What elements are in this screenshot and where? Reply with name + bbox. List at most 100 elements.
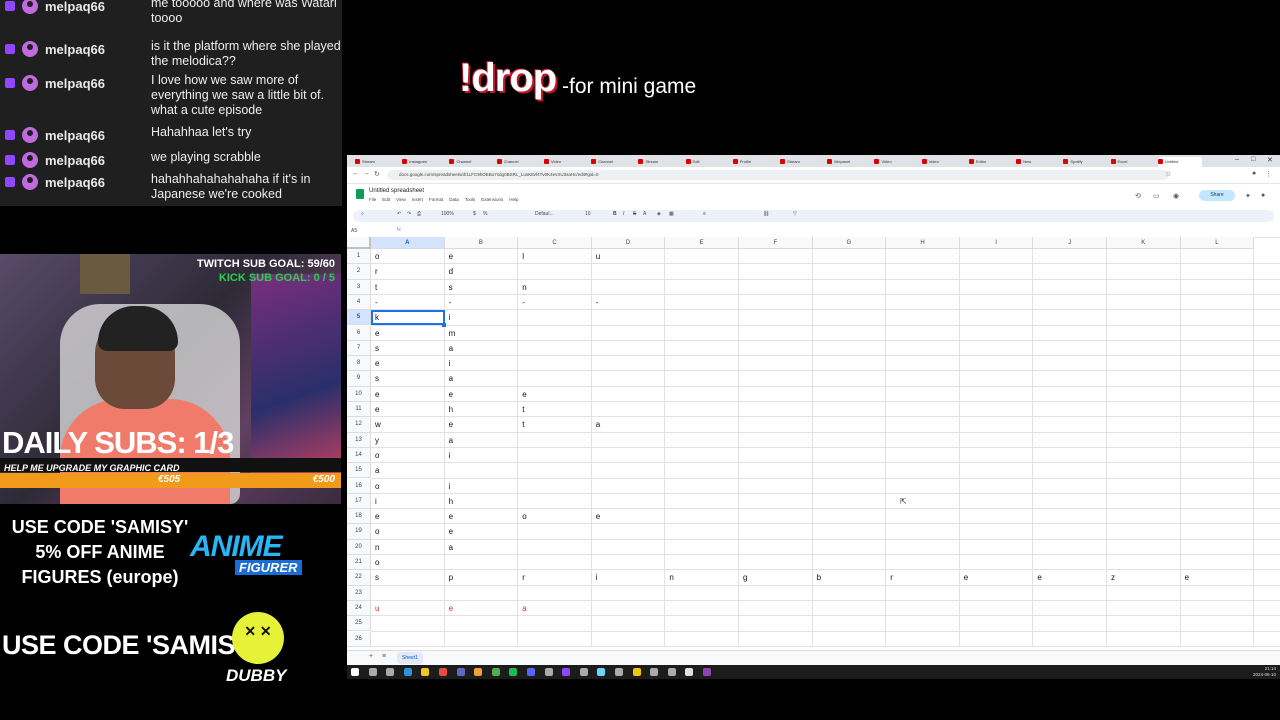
column-header[interactable]: C <box>518 237 592 249</box>
browser-tab[interactable]: Instagram <box>402 157 446 167</box>
edge-icon[interactable] <box>403 668 412 676</box>
spreadsheet-cell[interactable]: e <box>964 570 968 585</box>
bold-icon[interactable]: B <box>613 211 617 217</box>
fill-color-icon[interactable]: ◈ <box>657 211 661 217</box>
spreadsheet-cell[interactable]: z <box>1111 570 1115 585</box>
row-header[interactable]: 15 <box>347 463 371 479</box>
spreadsheet-cell[interactable]: e <box>449 387 453 402</box>
settings-icon[interactable] <box>615 668 623 676</box>
spreadsheet-cell[interactable]: o <box>375 555 379 570</box>
gemini-icon[interactable]: ✦ <box>1245 192 1251 200</box>
spreadsheet-cell[interactable]: n <box>522 280 526 295</box>
spreadsheet-cell[interactable]: - <box>375 295 378 310</box>
row-header[interactable]: 6 <box>347 325 371 341</box>
spreadsheet-cell[interactable]: h <box>449 494 453 509</box>
spreadsheet-cell[interactable]: o <box>375 448 379 463</box>
browser-tab[interactable]: New <box>1016 157 1060 167</box>
share-button[interactable]: Share <box>1199 190 1235 201</box>
spreadsheet-cell[interactable]: o <box>375 249 379 264</box>
column-header[interactable]: A <box>371 237 445 249</box>
row-header[interactable]: 10 <box>347 386 371 402</box>
browser-tab[interactable]: Video <box>921 157 966 167</box>
profile-avatar-icon[interactable]: ● <box>1252 170 1256 177</box>
spreadsheet-cell[interactable]: g <box>743 570 747 585</box>
row-header[interactable]: 18 <box>347 509 371 525</box>
app-icon[interactable] <box>597 668 606 676</box>
column-header[interactable]: G <box>812 237 887 249</box>
row-header[interactable]: 24 <box>347 600 371 617</box>
document-title[interactable]: Untitled spreadsheet <box>369 188 424 194</box>
app-icon[interactable] <box>685 668 694 676</box>
app-icon[interactable] <box>439 668 447 676</box>
row-header[interactable]: 14 <box>347 447 371 464</box>
search-menus-icon[interactable]: ⌕ <box>361 211 364 217</box>
add-sheet-icon[interactable]: + <box>369 653 373 660</box>
spreadsheet-cell[interactable]: e <box>522 387 526 402</box>
spreadsheet-cell[interactable]: l <box>522 249 524 264</box>
app-icon[interactable] <box>632 668 641 676</box>
app-icon[interactable] <box>579 668 588 676</box>
row-header[interactable]: 20 <box>347 539 371 555</box>
spreadsheet-cell[interactable]: i <box>449 448 451 463</box>
browser-tab[interactable]: Channel <box>449 157 493 167</box>
spreadsheet-grid[interactable]: A B C D E F G H I J K L 1 2 3 4 5 6 7 8 9 10 11 12 13 14 15 16 17 18 1… <box>347 237 1280 647</box>
browser-tab[interactable]: Edit <box>685 157 730 167</box>
spreadsheet-cell[interactable]: u <box>375 601 379 616</box>
currency-icon[interactable]: $ <box>473 211 476 217</box>
spreadsheet-cell[interactable]: a <box>449 540 453 555</box>
fill-handle[interactable] <box>441 322 446 327</box>
row-header[interactable]: 21 <box>347 555 371 571</box>
start-icon[interactable] <box>351 668 359 676</box>
back-icon[interactable]: ← <box>352 170 359 177</box>
spreadsheet-cell[interactable]: e <box>596 509 600 524</box>
spreadsheet-cell[interactable]: e <box>449 524 453 539</box>
browser-tab[interactable]: Mixpanel <box>827 157 871 167</box>
url-field[interactable]: docs.google.com/spreadsheets/d/1LFC9hOEB… <box>387 170 1169 180</box>
browser-tab[interactable]: Spotify <box>1063 157 1107 167</box>
column-header[interactable]: K <box>1107 237 1181 249</box>
row-header[interactable]: 12 <box>347 417 371 433</box>
undo-icon[interactable]: ↶ <box>397 211 401 217</box>
menu-item[interactable]: Format <box>429 197 443 202</box>
column-header[interactable]: H <box>886 237 960 249</box>
spreadsheet-cell[interactable]: a <box>449 341 453 356</box>
app-icon[interactable] <box>456 668 465 676</box>
spreadsheet-cell[interactable]: n <box>375 540 379 555</box>
row-header[interactable]: 5 <box>347 310 371 326</box>
browser-menu-icon[interactable]: ⋮ <box>1265 170 1272 178</box>
row-header[interactable]: 8 <box>347 356 371 372</box>
spreadsheet-cell[interactable]: b <box>817 570 821 585</box>
spreadsheet-cell[interactable]: r <box>890 570 893 585</box>
twitch-icon[interactable] <box>562 668 571 676</box>
sheet-tab-sheet1[interactable]: Sheet1 <box>397 652 423 664</box>
search-icon[interactable] <box>368 668 377 676</box>
spreadsheet-cell[interactable]: d <box>449 264 453 279</box>
forward-icon[interactable]: → <box>363 170 370 177</box>
spreadsheet-cell[interactable]: i <box>449 356 451 371</box>
browser-tab[interactable]: Stream <box>355 157 399 167</box>
spreadsheet-cell[interactable]: o <box>522 509 526 524</box>
name-box[interactable]: A5 <box>351 228 357 234</box>
spreadsheet-cell[interactable]: i <box>375 494 377 509</box>
redo-icon[interactable]: ↷ <box>407 211 411 217</box>
close-icon[interactable]: ✕ <box>1267 156 1273 164</box>
zoom-select[interactable]: 100% <box>441 211 454 217</box>
spreadsheet-cell[interactable]: s <box>449 280 453 295</box>
minimize-icon[interactable]: – <box>1235 156 1239 163</box>
column-header[interactable]: L <box>1180 237 1255 249</box>
spreadsheet-cell[interactable]: a <box>449 371 453 386</box>
spreadsheet-cell[interactable]: p <box>449 570 453 585</box>
spreadsheet-cell[interactable]: - <box>449 295 452 310</box>
select-all-corner[interactable] <box>347 237 371 249</box>
row-header[interactable]: 7 <box>347 340 371 357</box>
account-avatar-icon[interactable]: ● <box>1261 192 1265 199</box>
browser-tab[interactable]: Untitled <box>1157 157 1202 167</box>
browser-tab[interactable]: Channel <box>591 157 635 167</box>
column-header[interactable]: E <box>665 237 739 249</box>
spreadsheet-cell[interactable]: i <box>449 479 451 494</box>
column-header[interactable]: J <box>1033 237 1107 249</box>
spreadsheet-cell[interactable]: r <box>375 264 378 279</box>
strikethrough-icon[interactable]: S <box>633 211 636 217</box>
app-icon[interactable] <box>703 668 711 676</box>
app-icon[interactable] <box>474 668 483 676</box>
